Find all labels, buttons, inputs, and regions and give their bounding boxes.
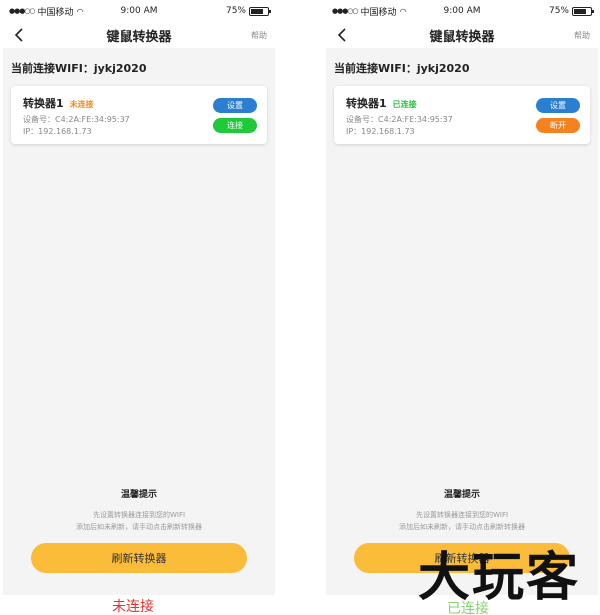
refresh-button[interactable]: 刷新转换器 [31, 543, 247, 573]
tips-title: 温馨提示 [120, 490, 157, 500]
current-wifi-label: 当前连接WIFI：jykj2020 [11, 62, 147, 75]
tips-line-1: 先设置转换器连接到您的WIFI [92, 511, 186, 519]
device-mac: 设备号：C4:2A:FE:34:95:37 [346, 115, 453, 124]
connection-status: 未连接 [69, 100, 94, 109]
connection-status: 已连接 [392, 100, 417, 109]
phone-screen-disconnected: ●●●○○ 中国移动 ◠ 9:00 AM 75% 键鼠转换器 帮助 当前连接WI… [3, 0, 275, 595]
caption-disconnected: 未连接 [112, 599, 154, 615]
nav-bar: 键鼠转换器 帮助 [326, 22, 598, 48]
tips-line-2: 添加后如未刷新，请手动点击刷新转换器 [76, 523, 202, 531]
help-link[interactable]: 帮助 [251, 30, 267, 41]
device-card: 转换器1 未连接 设备号：C4:2A:FE:34:95:37 IP：192.16… [11, 86, 267, 144]
status-bar: ●●●○○ 中国移动 ◠ 9:00 AM 75% [3, 0, 275, 22]
help-link[interactable]: 帮助 [574, 30, 590, 41]
battery-percent: 75% [225, 6, 246, 16]
current-wifi-label: 当前连接WIFI：jykj2020 [334, 62, 470, 75]
device-name: 转换器1 [346, 97, 387, 110]
settings-button[interactable]: 设置 [536, 98, 580, 113]
device-name: 转换器1 [23, 97, 64, 110]
tips-title: 温馨提示 [443, 490, 480, 500]
battery-percent: 75% [548, 6, 569, 16]
page-title: 键鼠转换器 [106, 29, 172, 45]
device-mac: 设备号：C4:2A:FE:34:95:37 [23, 115, 130, 124]
device-card: 转换器1 已连接 设备号：C4:2A:FE:34:95:37 IP：192.16… [334, 86, 590, 144]
disconnect-button[interactable]: 断开 [536, 118, 580, 133]
status-bar: ●●●○○ 中国移动 ◠ 9:00 AM 75% [326, 0, 598, 22]
tips-section: 温馨提示 先设置转换器连接到您的WIFI 添加后如未刷新，请手动点击刷新转换器 [326, 487, 598, 533]
battery-icon [249, 6, 271, 16]
nav-bar: 键鼠转换器 帮助 [3, 22, 275, 48]
settings-button[interactable]: 设置 [213, 98, 257, 113]
page-title: 键鼠转换器 [429, 29, 495, 45]
device-ip: IP：192.168.1.73 [23, 127, 92, 136]
tips-section: 温馨提示 先设置转换器连接到您的WIFI 添加后如未刷新，请手动点击刷新转换器 [3, 487, 275, 533]
connect-button[interactable]: 连接 [213, 118, 257, 133]
back-icon[interactable] [11, 26, 29, 44]
battery-icon [572, 6, 594, 16]
device-ip: IP：192.168.1.73 [346, 127, 415, 136]
phone-screen-connected: ●●●○○ 中国移动 ◠ 9:00 AM 75% 键鼠转换器 帮助 当前连接WI… [326, 0, 598, 595]
watermark-logo: 大玩客 [418, 547, 581, 608]
tips-line-2: 添加后如未刷新，请手动点击刷新转换器 [399, 523, 525, 531]
tips-line-1: 先设置转换器连接到您的WIFI [415, 511, 509, 519]
back-icon[interactable] [334, 26, 352, 44]
